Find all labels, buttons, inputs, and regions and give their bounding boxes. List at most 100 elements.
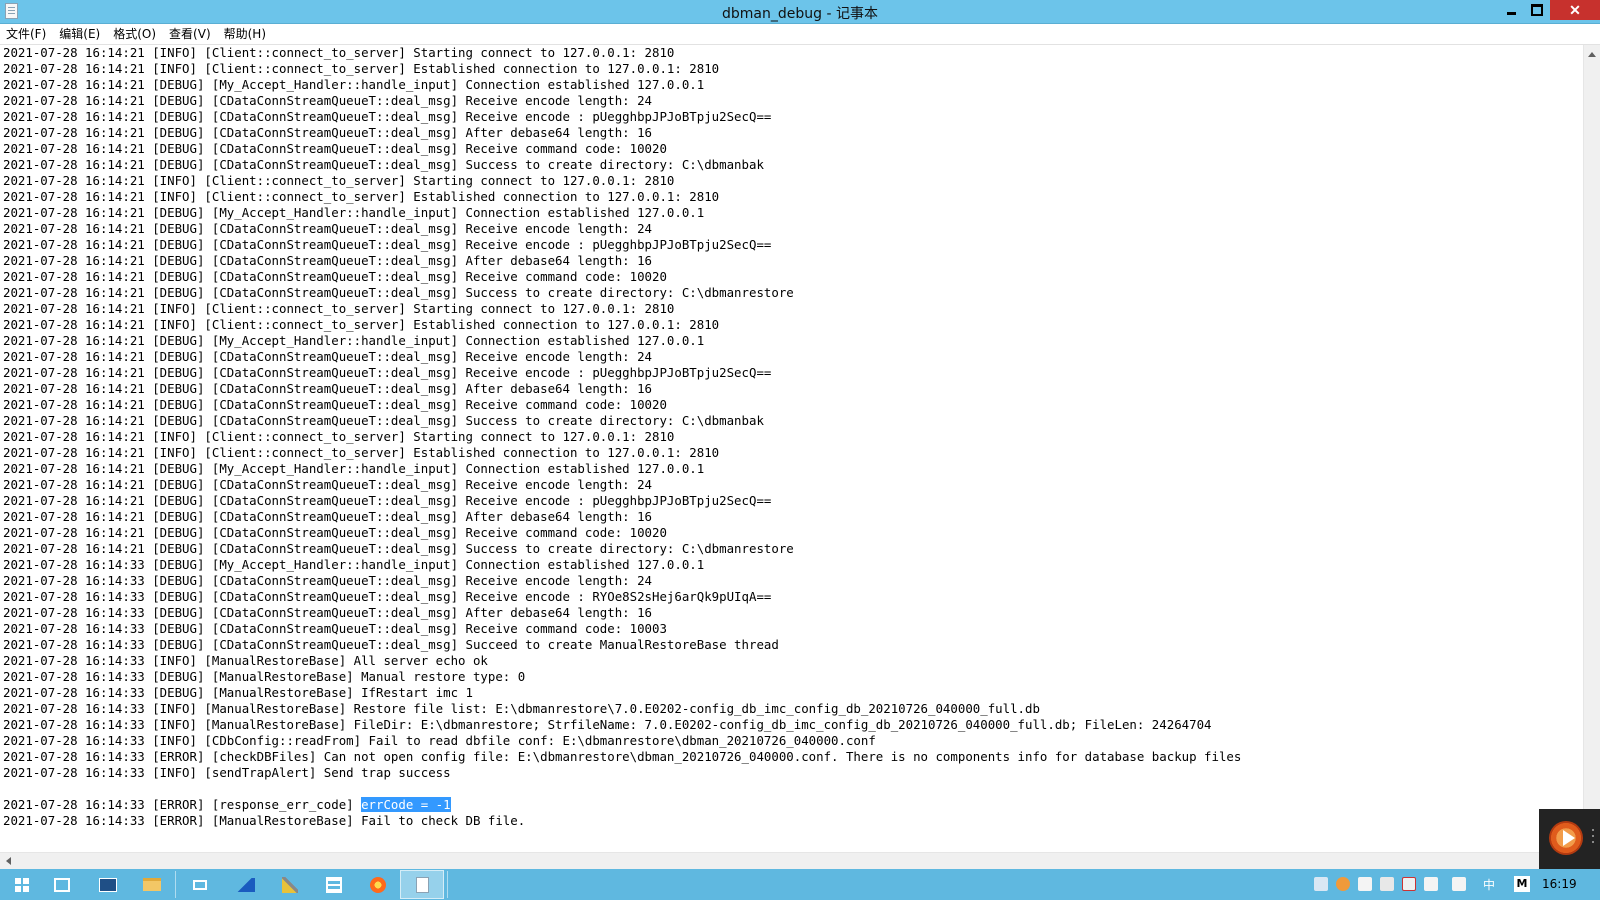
network-user-icon[interactable]	[1314, 877, 1328, 891]
log-line: 2021-07-28 16:14:21 [INFO] [Client::conn…	[3, 317, 720, 332]
taskbar-separator	[175, 871, 176, 898]
start-button[interactable]	[0, 870, 44, 899]
log-line: 2021-07-28 16:14:21 [DEBUG] [CDataConnSt…	[3, 157, 764, 172]
menu-file[interactable]: 文件(F)	[0, 24, 53, 44]
log-line: 2021-07-28 16:14:33 [INFO] [sendTrapAler…	[3, 765, 451, 780]
more-icon[interactable]	[1592, 829, 1594, 831]
taskbar-task-view[interactable]	[178, 870, 222, 899]
input-mode-indicator[interactable]: M	[1514, 876, 1530, 892]
window-title: dbman_debug - 记事本	[722, 6, 878, 22]
taskbar-registry[interactable]	[312, 870, 356, 899]
horizontal-scrollbar[interactable]	[0, 852, 1583, 870]
display-icon[interactable]	[1358, 877, 1372, 891]
text-selection[interactable]: errCode = -1	[361, 797, 451, 812]
log-line: 2021-07-28 16:14:21 [DEBUG] [My_Accept_H…	[3, 333, 705, 348]
log-line: 2021-07-28 16:14:21 [DEBUG] [CDataConnSt…	[3, 509, 653, 524]
log-line: 2021-07-28 16:14:21 [INFO] [Client::conn…	[3, 429, 675, 444]
log-line: 2021-07-28 16:14:21 [INFO] [Client::conn…	[3, 173, 675, 188]
notepad-icon	[415, 876, 429, 893]
device-icon[interactable]	[1380, 877, 1394, 891]
taskbar-firefox[interactable]	[356, 870, 400, 899]
menu-format[interactable]: 格式(O)	[107, 24, 163, 44]
scroll-left-icon[interactable]	[6, 857, 11, 865]
taskbar-powershell[interactable]	[86, 870, 130, 899]
log-line: 2021-07-28 16:14:21 [DEBUG] [CDataConnSt…	[3, 141, 667, 156]
log-line: 2021-07-28 16:14:21 [DEBUG] [My_Accept_H…	[3, 77, 705, 92]
log-line: 2021-07-28 16:14:33 [INFO] [CDbConfig::r…	[3, 733, 876, 748]
log-line: 2021-07-28 16:14:33 [INFO] [ManualRestor…	[3, 717, 1212, 732]
recorder-tray-icon[interactable]	[1336, 877, 1350, 891]
log-line: 2021-07-28 16:14:33 [INFO] [ManualRestor…	[3, 653, 488, 668]
flag-icon[interactable]	[1402, 877, 1416, 891]
vertical-scrollbar[interactable]	[1583, 45, 1600, 852]
network-icon[interactable]	[1424, 877, 1438, 891]
log-line: 2021-07-28 16:14:21 [DEBUG] [CDataConnSt…	[3, 269, 667, 284]
log-line: 2021-07-28 16:14:21 [DEBUG] [CDataConnSt…	[3, 237, 772, 252]
tools-icon	[282, 876, 298, 893]
log-line: 2021-07-28 16:14:21 [DEBUG] [My_Accept_H…	[3, 461, 705, 476]
maximize-button[interactable]	[1524, 0, 1550, 20]
menu-help[interactable]: 帮助(H)	[218, 24, 273, 44]
log-line: 2021-07-28 16:14:21 [DEBUG] [CDataConnSt…	[3, 125, 653, 140]
log-line-prefix: 2021-07-28 16:14:33 [ERROR] [response_er…	[3, 797, 362, 812]
taskbar-server-manager[interactable]	[40, 870, 84, 899]
close-button[interactable]: ✕	[1550, 0, 1600, 20]
taskbar: 中 M 16:19	[0, 869, 1600, 900]
taskbar-notepad[interactable]	[400, 870, 444, 899]
log-line: 2021-07-28 16:14:33 [ERROR] [ManualResto…	[3, 813, 526, 828]
task-view-icon	[193, 879, 207, 890]
log-line: 2021-07-28 16:14:21 [DEBUG] [CDataConnSt…	[3, 541, 794, 556]
log-line: 2021-07-28 16:14:33 [ERROR] [checkDBFile…	[3, 749, 1242, 764]
file-explorer-icon	[143, 878, 161, 891]
log-line: 2021-07-28 16:14:33 [DEBUG] [CDataConnSt…	[3, 573, 653, 588]
recorder-widget[interactable]	[1539, 809, 1600, 869]
log-line: 2021-07-28 16:14:33 [DEBUG] [CDataConnSt…	[3, 589, 772, 604]
clock[interactable]: 16:19	[1542, 877, 1577, 891]
log-line: 2021-07-28 16:14:21 [INFO] [Client::conn…	[3, 45, 675, 60]
log-line: 2021-07-28 16:14:21 [DEBUG] [CDataConnSt…	[3, 381, 653, 396]
log-line: 2021-07-28 16:14:21 [DEBUG] [CDataConnSt…	[3, 221, 653, 236]
log-line: 2021-07-28 16:14:21 [DEBUG] [CDataConnSt…	[3, 477, 653, 492]
wireshark-icon	[237, 877, 255, 892]
menu-view[interactable]: 查看(V)	[163, 24, 218, 44]
log-line: 2021-07-28 16:14:21 [DEBUG] [CDataConnSt…	[3, 365, 772, 380]
log-line: 2021-07-28 16:14:21 [DEBUG] [CDataConnSt…	[3, 349, 653, 364]
log-line: 2021-07-28 16:14:21 [DEBUG] [CDataConnSt…	[3, 93, 653, 108]
taskbar-separator	[447, 871, 448, 898]
volume-muted-icon[interactable]	[1452, 877, 1466, 891]
ime-indicator[interactable]: 中	[1483, 876, 1495, 893]
taskbar-file-explorer[interactable]	[130, 870, 174, 899]
close-icon: ✕	[1569, 1, 1581, 18]
log-line: 2021-07-28 16:14:21 [DEBUG] [CDataConnSt…	[3, 413, 764, 428]
log-line: 2021-07-28 16:14:33 [DEBUG] [ManualResto…	[3, 685, 473, 700]
log-line: 2021-07-28 16:14:33 [DEBUG] [ManualResto…	[3, 669, 526, 684]
taskbar-tools[interactable]	[268, 870, 312, 899]
registry-icon	[326, 876, 342, 893]
log-line: 2021-07-28 16:14:21 [DEBUG] [CDataConnSt…	[3, 525, 667, 540]
scroll-up-icon[interactable]	[1588, 52, 1596, 57]
log-content: 2021-07-28 16:14:21 [INFO] [Client::conn…	[0, 45, 1583, 829]
firefox-icon	[370, 876, 386, 893]
powershell-icon	[99, 877, 117, 892]
log-line: 2021-07-28 16:14:21 [DEBUG] [CDataConnSt…	[3, 109, 772, 124]
start-icon	[15, 877, 29, 892]
log-line: 2021-07-28 16:14:21 [INFO] [Client::conn…	[3, 445, 720, 460]
title-bar[interactable]: dbman_debug - 记事本 ✕	[0, 0, 1600, 24]
log-line: 2021-07-28 16:14:21 [INFO] [Client::conn…	[3, 189, 720, 204]
log-line: 2021-07-28 16:14:33 [DEBUG] [CDataConnSt…	[3, 605, 653, 620]
log-line: 2021-07-28 16:14:33 [INFO] [ManualRestor…	[3, 701, 1040, 716]
log-line: 2021-07-28 16:14:21 [DEBUG] [CDataConnSt…	[3, 253, 653, 268]
text-editor[interactable]: 2021-07-28 16:14:21 [INFO] [Client::conn…	[0, 45, 1583, 852]
minimize-button[interactable]	[1498, 0, 1524, 20]
restore-icon	[1531, 4, 1543, 16]
menu-bar: 文件(F) 编辑(E) 格式(O) 查看(V) 帮助(H)	[0, 24, 1600, 45]
log-line: 2021-07-28 16:14:33 [DEBUG] [CDataConnSt…	[3, 621, 667, 636]
minimize-icon	[1506, 11, 1516, 15]
log-line: 2021-07-28 16:14:21 [DEBUG] [CDataConnSt…	[3, 285, 794, 300]
log-line: 2021-07-28 16:14:21 [INFO] [Client::conn…	[3, 61, 720, 76]
menu-edit[interactable]: 编辑(E)	[53, 24, 107, 44]
log-line: 2021-07-28 16:14:21 [DEBUG] [CDataConnSt…	[3, 493, 772, 508]
taskbar-wireshark[interactable]	[224, 870, 268, 899]
server-manager-icon	[54, 877, 70, 892]
